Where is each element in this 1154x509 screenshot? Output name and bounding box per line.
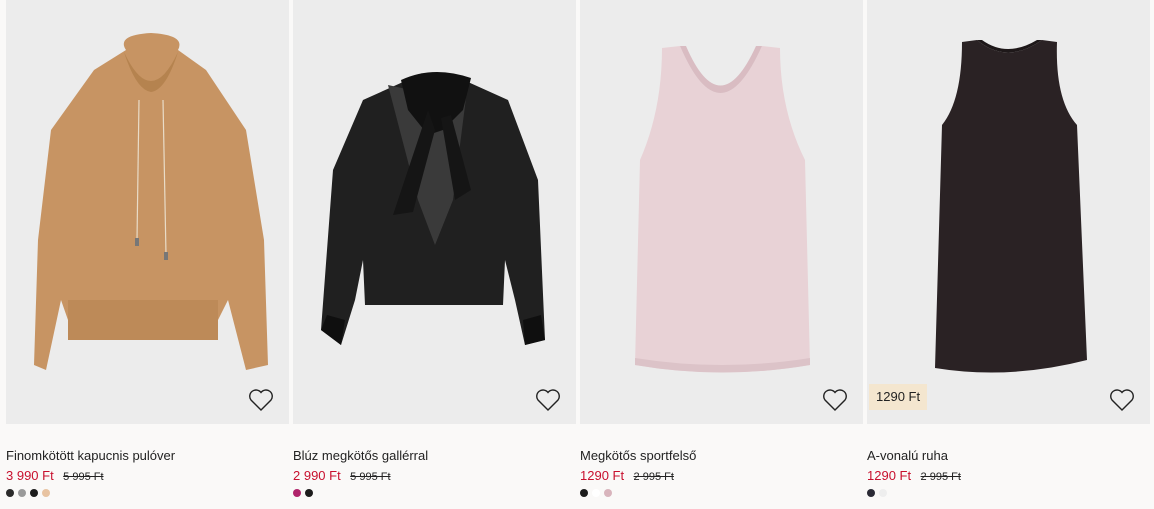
color-swatch[interactable] bbox=[6, 489, 14, 497]
color-swatch[interactable] bbox=[592, 489, 600, 497]
color-swatches bbox=[580, 489, 863, 497]
product-card[interactable]: 1290 Ft A-vonalú ruha 1290 Ft 2 995 Ft bbox=[867, 0, 1150, 497]
sale-price: 1290 Ft bbox=[867, 468, 912, 483]
color-swatches bbox=[6, 489, 289, 497]
price-row: 1290 Ft 2 995 Ft bbox=[867, 468, 1150, 483]
dress-image bbox=[935, 40, 1087, 373]
color-swatch[interactable] bbox=[42, 489, 50, 497]
blouse-image bbox=[321, 71, 545, 345]
sale-price: 2 990 Ft bbox=[293, 468, 341, 483]
color-swatches bbox=[293, 489, 576, 497]
favorite-heart-icon[interactable] bbox=[1109, 388, 1135, 412]
price-badge: 1290 Ft bbox=[869, 384, 928, 410]
product-card[interactable]: Megkötős sportfelső 1290 Ft 2 995 Ft bbox=[580, 0, 863, 497]
product-title[interactable]: A-vonalú ruha bbox=[867, 448, 1150, 463]
price-row: 1290 Ft 2 995 Ft bbox=[580, 468, 863, 483]
price-row: 2 990 Ft 5 995 Ft bbox=[293, 468, 576, 483]
product-image[interactable] bbox=[6, 0, 289, 424]
original-price: 5 995 Ft bbox=[350, 471, 391, 483]
sale-price: 3 990 Ft bbox=[6, 468, 54, 483]
favorite-heart-icon[interactable] bbox=[535, 388, 561, 412]
original-price: 2 995 Ft bbox=[920, 471, 961, 483]
color-swatch[interactable] bbox=[18, 489, 26, 497]
color-swatch[interactable] bbox=[867, 489, 875, 497]
sweater-image bbox=[34, 33, 268, 370]
color-swatch[interactable] bbox=[580, 489, 588, 497]
sale-price: 1290 Ft bbox=[580, 468, 625, 483]
product-grid: Finomkötött kapucnis pulóver 3 990 Ft 5 … bbox=[6, 0, 1150, 497]
product-title[interactable]: Megkötős sportfelső bbox=[580, 448, 863, 463]
price-row: 3 990 Ft 5 995 Ft bbox=[6, 468, 289, 483]
product-card[interactable]: Finomkötött kapucnis pulóver 3 990 Ft 5 … bbox=[6, 0, 289, 497]
tank-top-image bbox=[635, 46, 810, 373]
product-image[interactable] bbox=[580, 0, 863, 424]
original-price: 2 995 Ft bbox=[633, 471, 674, 483]
color-swatch[interactable] bbox=[879, 489, 887, 497]
product-title[interactable]: Finomkötött kapucnis pulóver bbox=[6, 448, 289, 463]
product-image[interactable]: 1290 Ft bbox=[867, 0, 1150, 424]
color-swatches bbox=[867, 489, 1150, 497]
product-title[interactable]: Blúz megkötős gallérral bbox=[293, 448, 576, 463]
color-swatch[interactable] bbox=[293, 489, 301, 497]
color-swatch[interactable] bbox=[604, 489, 612, 497]
product-image[interactable] bbox=[293, 0, 576, 424]
favorite-heart-icon[interactable] bbox=[248, 388, 274, 412]
color-swatch[interactable] bbox=[305, 489, 313, 497]
favorite-heart-icon[interactable] bbox=[822, 388, 848, 412]
original-price: 5 995 Ft bbox=[63, 471, 104, 483]
color-swatch[interactable] bbox=[30, 489, 38, 497]
product-card[interactable]: Blúz megkötős gallérral 2 990 Ft 5 995 F… bbox=[293, 0, 576, 497]
